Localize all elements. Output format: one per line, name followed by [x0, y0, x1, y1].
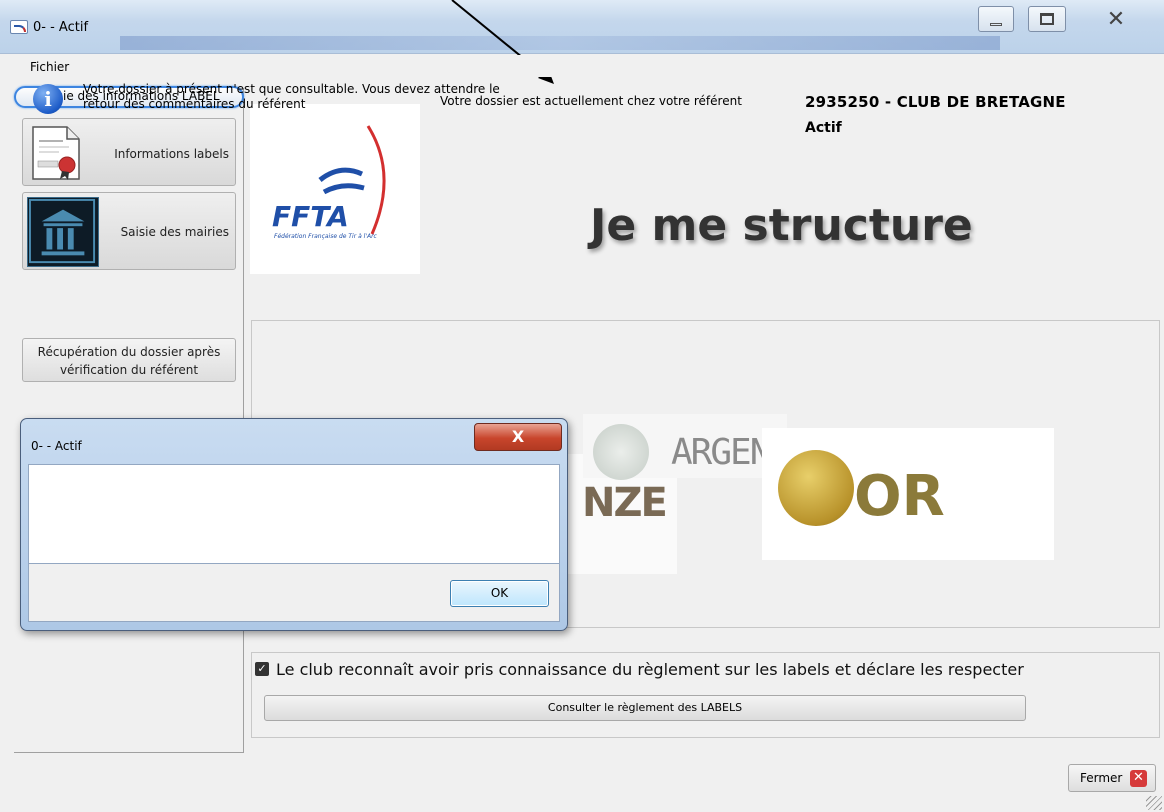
minimize-button[interactable]: [978, 6, 1014, 32]
or-label-text: OR: [854, 464, 945, 529]
maximize-button[interactable]: [1028, 6, 1066, 32]
app-icon: [10, 20, 28, 34]
title-bar[interactable]: 0- - Actif ✕: [0, 0, 1164, 54]
page-title: Je me structure: [590, 200, 973, 251]
club-name: 2935250 - CLUB DE BRETAGNE: [805, 93, 1066, 111]
sidebar-item-saisie-mairies[interactable]: Saisie des mairies: [22, 192, 236, 270]
sidebar-item-label: Informations labels: [114, 147, 229, 161]
certificate-icon: [32, 126, 80, 180]
info-icon: i: [33, 84, 63, 114]
application-window: 0- - Actif ✕ Fichier Saisie des informat…: [0, 0, 1164, 812]
ffta-logo: FFTA Fédération Française de Tir à l'Arc: [250, 104, 420, 274]
club-status: Actif: [805, 120, 842, 136]
sidebar-item-informations-labels[interactable]: Informations labels: [22, 118, 236, 186]
window-title: 0- - Actif: [33, 20, 89, 35]
ffta-logo-subtitle: Fédération Française de Tir à l'Arc: [274, 233, 378, 240]
close-icon: ✕: [1106, 6, 1126, 32]
close-button[interactable]: Fermer ✕: [1068, 764, 1156, 792]
rules-checkbox[interactable]: ✓: [255, 662, 269, 676]
maximize-icon: [1040, 13, 1054, 25]
minimize-icon: [990, 22, 1002, 26]
close-button-label: Fermer: [1080, 771, 1123, 785]
sidebar-item-label: Saisie des mairies: [120, 225, 229, 239]
close-icon: ✕: [1130, 770, 1147, 787]
dialog-message: Votre dossier à présent n'est que consul…: [83, 82, 500, 111]
rules-checkbox-label: Le club reconnaît avoir pris connaissanc…: [276, 660, 1024, 679]
menu-bar: [0, 55, 1164, 77]
argent-logo-icon: [593, 424, 649, 480]
town-hall-icon: [27, 197, 99, 267]
consult-rules-button[interactable]: Consulter le règlement des LABELS: [264, 695, 1026, 721]
ffta-logo-text: FFTA: [272, 200, 349, 233]
or-logo-icon: [778, 450, 854, 526]
dialog-body: [28, 464, 560, 564]
bronze-label-text: NZE: [582, 480, 668, 526]
dialog-close-button[interactable]: X: [474, 423, 562, 451]
dialog-title: 0- - Actif: [31, 439, 82, 453]
resize-grip-icon[interactable]: [1146, 796, 1162, 810]
menu-file[interactable]: Fichier: [30, 60, 69, 74]
ok-button[interactable]: OK: [450, 580, 549, 607]
recover-file-button[interactable]: Récupération du dossier après vérificati…: [22, 338, 236, 382]
close-window-button[interactable]: ✕: [1080, 6, 1152, 32]
